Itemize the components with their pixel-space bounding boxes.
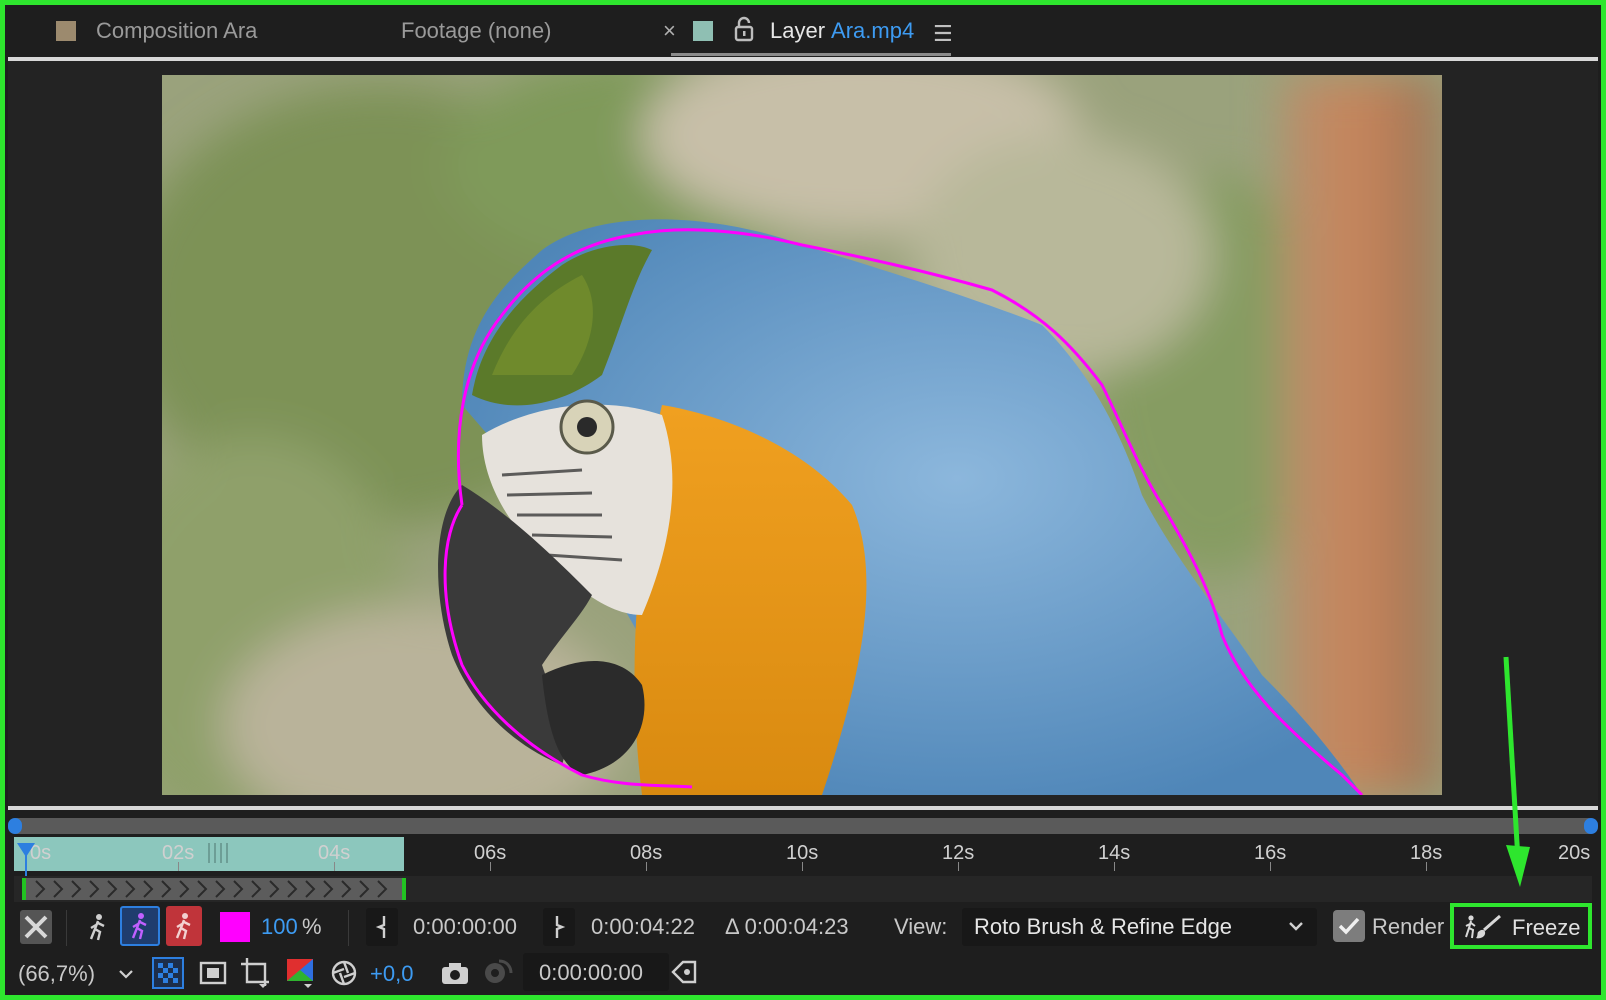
tab-layer-prefix: Layer	[770, 18, 826, 43]
overlay-color-swatch[interactable]	[220, 912, 250, 942]
view-mode-value: Roto Brush & Refine Edge	[974, 914, 1233, 939]
freeze-button[interactable]: Freeze	[1450, 903, 1592, 949]
region-of-interest-icon[interactable]	[238, 955, 272, 991]
work-area-start-handle[interactable]	[8, 818, 22, 834]
render-checkbox[interactable]	[1333, 910, 1365, 942]
cached-frames-indicator	[208, 843, 230, 863]
separator	[66, 910, 67, 946]
tick-mark	[1270, 862, 1271, 871]
out-point-time[interactable]: 0:00:04:22	[591, 914, 695, 940]
composition-color-swatch	[56, 21, 76, 41]
roto-walker-icon[interactable]	[80, 908, 116, 946]
separator	[348, 910, 349, 946]
set-in-point-button[interactable]	[366, 908, 398, 946]
overlay-opacity-value[interactable]: 100	[261, 914, 298, 940]
close-tab-icon[interactable]: ×	[663, 18, 676, 44]
show-snapshot-icon[interactable]	[480, 955, 514, 989]
render-label: Render	[1372, 914, 1445, 939]
in-point-time[interactable]: 0:00:00:00	[413, 914, 517, 940]
tab-layer-name: Ara.mp4	[831, 18, 915, 43]
tab-layer[interactable]	[693, 6, 731, 56]
view-mode-dropdown[interactable]: Roto Brush & Refine Edge	[962, 908, 1317, 946]
freeze-label: Freeze	[1512, 915, 1581, 940]
tick-label: 20s	[1558, 842, 1591, 864]
lock-icon[interactable]	[733, 16, 755, 42]
tick-mark	[334, 862, 335, 871]
work-area-end-handle[interactable]	[1584, 818, 1598, 834]
chevron-down-icon	[1289, 922, 1303, 931]
chevron-down-icon[interactable]	[117, 965, 135, 983]
roto-subtract-walker-icon[interactable]	[166, 906, 202, 946]
tab-layer-title[interactable]: Layer Ara.mp4	[770, 6, 914, 56]
layer-color-swatch	[693, 21, 713, 41]
duration-time: Δ 0:00:04:23	[725, 914, 849, 939]
mask-visibility-icon[interactable]	[198, 959, 228, 987]
footage-frame[interactable]	[162, 75, 1442, 795]
toggle-alpha-icon[interactable]	[20, 910, 52, 944]
transparency-grid-icon[interactable]	[152, 957, 184, 989]
annotation-arrow-icon	[1503, 656, 1530, 887]
panel-menu-icon[interactable]: ☰	[933, 21, 953, 47]
exposure-icon[interactable]	[328, 957, 360, 989]
tick-mark	[958, 862, 959, 871]
tab-footage[interactable]: Footage (none)	[401, 6, 551, 56]
current-time-value: 0:00:00:00	[539, 960, 643, 985]
snapshot-camera-icon[interactable]	[438, 957, 472, 989]
freeze-brush-icon	[1465, 914, 1501, 939]
work-area-bar[interactable]	[14, 818, 1592, 834]
tab-composition-label: Composition Ara	[96, 18, 258, 43]
tick-mark	[1426, 862, 1427, 871]
checkmark-icon	[1338, 917, 1360, 935]
channel-rgb-icon[interactable]	[283, 955, 317, 991]
active-tab-underline	[671, 53, 951, 56]
pixel-aspect-icon[interactable]	[668, 955, 702, 989]
tick-mark	[178, 862, 179, 871]
propagation-chevrons	[35, 880, 388, 898]
magnification-value[interactable]: (66,7%)	[18, 961, 95, 987]
overlay-opacity-unit: %	[302, 914, 322, 939]
tick-mark	[490, 862, 491, 871]
tick-mark	[646, 862, 647, 871]
set-out-point-button[interactable]	[543, 908, 575, 946]
roto-span-bar[interactable]	[22, 878, 406, 900]
tick-mark	[1114, 862, 1115, 871]
panel-tab-bar: Composition Ara Footage (none) × Layer A…	[8, 6, 1598, 56]
roto-add-walker-icon[interactable]	[120, 906, 160, 946]
exposure-value[interactable]: +0,0	[370, 961, 413, 987]
macaw-footage-image	[162, 75, 1442, 795]
tab-footage-label: Footage (none)	[401, 18, 552, 43]
current-time-field[interactable]: 0:00:00:00	[523, 953, 669, 991]
viewer-divider	[8, 806, 1598, 810]
tick-mark	[802, 862, 803, 871]
tab-composition[interactable]: Composition Ara	[56, 6, 257, 56]
view-label: View:	[894, 914, 948, 939]
